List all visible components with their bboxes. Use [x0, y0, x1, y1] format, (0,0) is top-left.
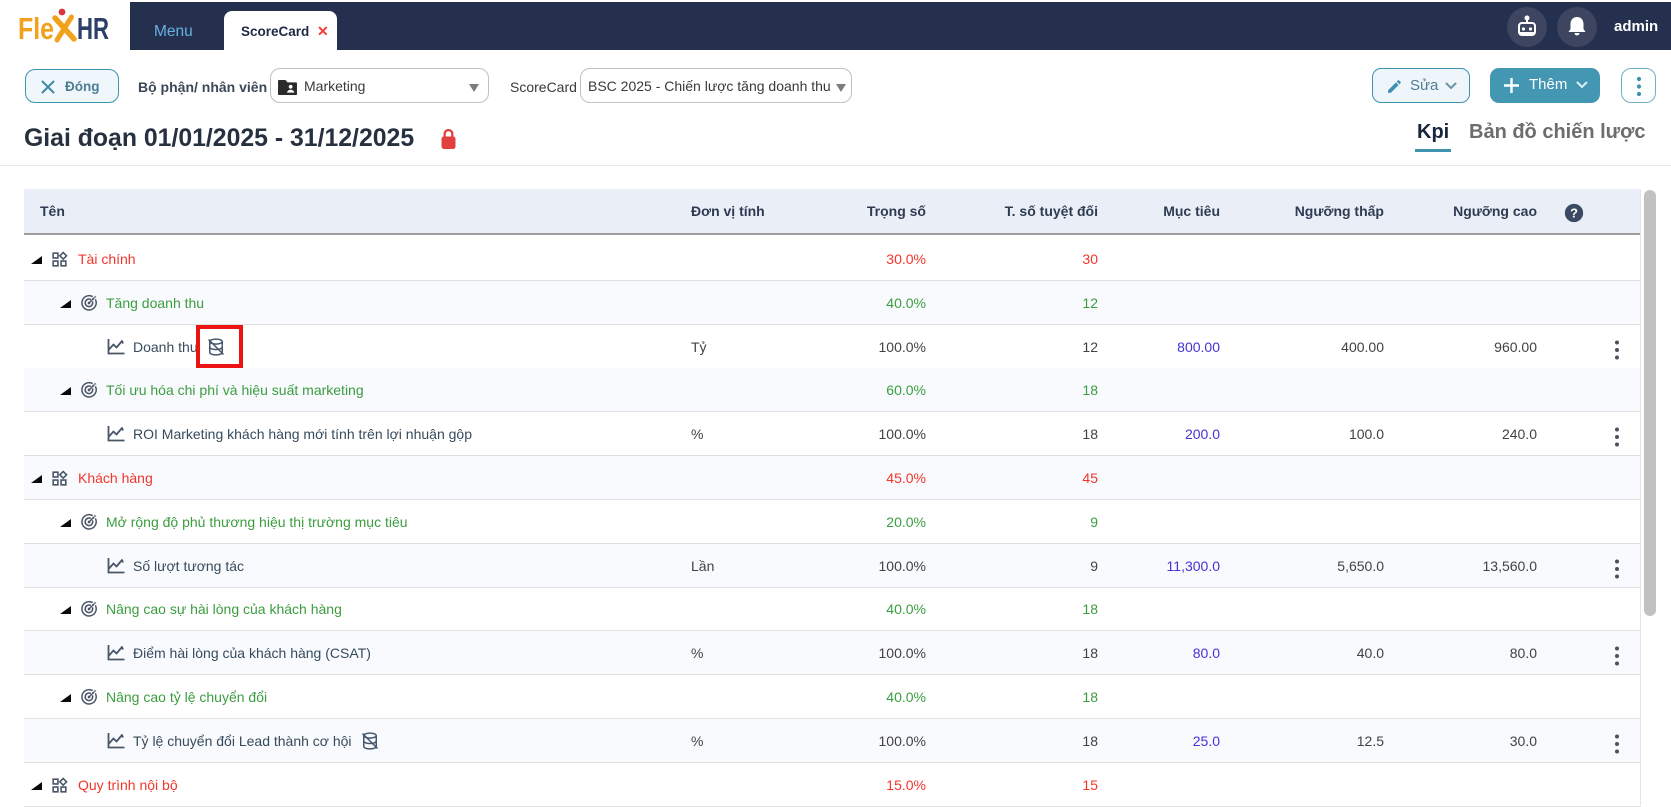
svg-text:Fle: Fle — [18, 11, 54, 46]
svg-text:?: ? — [1570, 206, 1578, 221]
svg-text:HR: HR — [77, 11, 109, 46]
